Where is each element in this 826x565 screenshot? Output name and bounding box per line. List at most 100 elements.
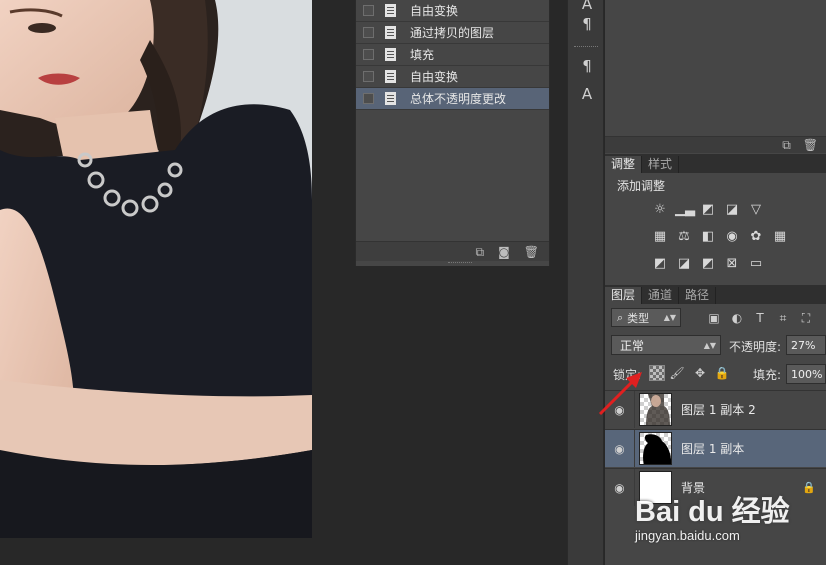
layer-filter-toolbar: ⌕ 类型 ▲▼ ▣ ◐ T ⌗ ⛶ [611, 308, 813, 327]
watermark-url: jingyan.baidu.com [635, 528, 740, 543]
tab-paths[interactable]: 路径 [679, 287, 717, 304]
invert-icon[interactable]: ◩ [651, 256, 669, 272]
selective-color-icon[interactable]: ⊠ [723, 256, 741, 272]
panel-resize-grip[interactable] [448, 262, 472, 264]
layer-name[interactable]: 图层 1 副本 2 [681, 401, 756, 418]
color-balance-icon[interactable]: ⚖ [675, 229, 693, 245]
character-panel-icon[interactable]: A [577, 0, 597, 14]
history-document-icon [385, 26, 396, 39]
tab-layers[interactable]: 图层 [605, 287, 643, 304]
adjustment-icons-row-1: ☼ ▁▃ ◩ ◪ ▽ [651, 202, 765, 218]
history-fill-icon [385, 48, 396, 61]
select-arrows-icon: ▲▼ [703, 340, 716, 350]
new-document-from-state-icon[interactable]: ⧉ [476, 246, 485, 258]
posterize-icon[interactable]: ◪ [675, 256, 693, 272]
history-item-label: 填充 [410, 48, 435, 62]
history-item[interactable]: 填充 [356, 44, 549, 66]
layer-name[interactable]: 图层 1 副本 [681, 440, 744, 457]
history-snapshot-checkbox[interactable] [363, 5, 374, 16]
adjustments-tab-bar: 调整 样式 [605, 154, 826, 173]
paragraph-styles-icon[interactable]: ¶ [577, 56, 597, 76]
opacity-input[interactable]: 27% [786, 335, 826, 355]
history-snapshot-checkbox[interactable] [363, 27, 374, 38]
history-item-label: 总体不透明度更改 [410, 92, 507, 106]
select-arrows-icon: ▲▼ [663, 313, 676, 322]
search-icon: ⌕ [617, 310, 624, 324]
trash-icon[interactable]: 🗑 [524, 246, 539, 258]
brightness-contrast-icon[interactable]: ☼ [651, 202, 669, 218]
history-item-selected[interactable]: 总体不透明度更改 [356, 88, 549, 110]
history-item[interactable]: 通过拷贝的图层 [356, 22, 549, 44]
lock-all-icon[interactable]: 🔒 [714, 365, 730, 381]
layer-thumbnail [639, 432, 672, 465]
layer-row-selected[interactable]: ◉ 图层 1 副本 [605, 429, 826, 467]
adjustment-icons-row-3: ◩ ◪ ◩ ⊠ ▭ [651, 256, 765, 272]
smart-object-filter-icon[interactable]: ⛶ [799, 311, 813, 325]
lock-transparent-pixels-icon[interactable] [649, 365, 665, 381]
right-panel-column: ⧉ 🗑 调整 样式 添加调整 ☼ ▁▃ ◩ ◪ ▽ ▦ ⚖ ◧ ◉ ✿ ▦ ◩ … [605, 0, 826, 565]
shape-layer-filter-icon[interactable]: ⌗ [776, 311, 790, 325]
photo-filter-icon[interactable]: ◉ [723, 229, 741, 245]
vibrance-icon[interactable]: ▽ [747, 202, 765, 218]
layers-tab-bar: 图层 通道 路径 [605, 285, 826, 304]
visibility-toggle[interactable]: ◉ [605, 469, 635, 506]
woman-portrait-photo [0, 0, 312, 538]
lock-position-move-icon[interactable]: ✥ [692, 365, 708, 381]
adjustment-layer-filter-icon[interactable]: ◐ [730, 311, 744, 325]
new-item-icon[interactable]: ⧉ [782, 139, 791, 151]
red-annotation-arrow [598, 372, 642, 416]
tab-styles[interactable]: 样式 [642, 156, 680, 173]
pixel-layer-filter-icon[interactable]: ▣ [707, 311, 721, 325]
character-styles-icon[interactable]: A [577, 84, 597, 104]
paragraph-icon[interactable]: ¶ [577, 14, 597, 34]
history-item-label: 通过拷贝的图层 [410, 26, 495, 40]
gradient-map-icon[interactable]: ▭ [747, 256, 765, 272]
watermark-brand: Bai du 经验 [635, 496, 790, 528]
tab-adjustments[interactable]: 调整 [605, 156, 643, 173]
eye-icon: ◉ [614, 480, 625, 495]
document-canvas[interactable] [0, 0, 355, 565]
panel-gutter [550, 0, 567, 565]
history-item-label: 自由变换 [410, 4, 459, 18]
lock-image-pixels-brush-icon[interactable]: 🖌 [669, 365, 685, 381]
trash-icon[interactable]: 🗑 [803, 139, 818, 151]
hue-saturation-icon[interactable]: ▦ [651, 229, 669, 245]
blend-mode-value: 正常 [620, 338, 645, 353]
history-item[interactable]: 自由变换 [356, 0, 549, 22]
exposure-icon[interactable]: ◪ [723, 202, 741, 218]
layer-filter-icons: ▣ ◐ T ⌗ ⛶ [707, 311, 813, 325]
upper-panel-area [605, 0, 826, 136]
history-item[interactable]: 自由变换 [356, 66, 549, 88]
fill-input[interactable]: 100% [786, 364, 826, 384]
visibility-toggle[interactable]: ◉ [605, 430, 635, 467]
history-document-icon [385, 4, 396, 17]
color-lookup-icon[interactable]: ▦ [771, 229, 789, 245]
black-white-icon[interactable]: ◧ [699, 229, 717, 245]
baidu-jingyan-watermark: Bai du 经验 jingyan.baidu.com [635, 488, 790, 543]
adjustment-icons-row-2: ▦ ⚖ ◧ ◉ ✿ ▦ [651, 229, 789, 245]
history-snapshot-checkbox[interactable] [363, 49, 374, 60]
history-panel: 自由变换 通过拷贝的图层 填充 自由变换 总体不透明度更改 ⧉ ◙ 🗑 [355, 0, 550, 266]
eye-icon: ◉ [614, 441, 625, 456]
strip-separator [574, 46, 598, 47]
history-document-icon [385, 70, 396, 83]
background-lock-icon: 🔒 [802, 481, 816, 494]
history-item-label: 自由变换 [410, 70, 459, 84]
channel-mixer-icon[interactable]: ✿ [747, 229, 765, 245]
history-snapshot-checkbox[interactable] [363, 71, 374, 82]
threshold-icon[interactable]: ◩ [699, 256, 717, 272]
camera-snapshot-icon[interactable]: ◙ [498, 246, 510, 258]
upper-panel-footer: ⧉ 🗑 [605, 136, 826, 153]
opacity-label: 不透明度: [729, 340, 782, 354]
layer-kind-filter-select[interactable]: ⌕ 类型 ▲▼ [611, 308, 681, 327]
curves-icon[interactable]: ◩ [699, 202, 717, 218]
tab-channels[interactable]: 通道 [642, 287, 680, 304]
layer-kind-filter-value: 类型 [627, 311, 650, 325]
history-snapshot-checkbox[interactable] [363, 93, 374, 104]
blend-mode-select[interactable]: 正常 ▲▼ [611, 335, 721, 355]
history-document-icon [385, 92, 396, 105]
levels-icon[interactable]: ▁▃ [675, 202, 695, 218]
collapsed-panel-strip: A ¶ ¶ A [567, 0, 604, 565]
history-footer-toolbar: ⧉ ◙ 🗑 [356, 241, 549, 261]
type-layer-filter-icon[interactable]: T [753, 311, 767, 325]
